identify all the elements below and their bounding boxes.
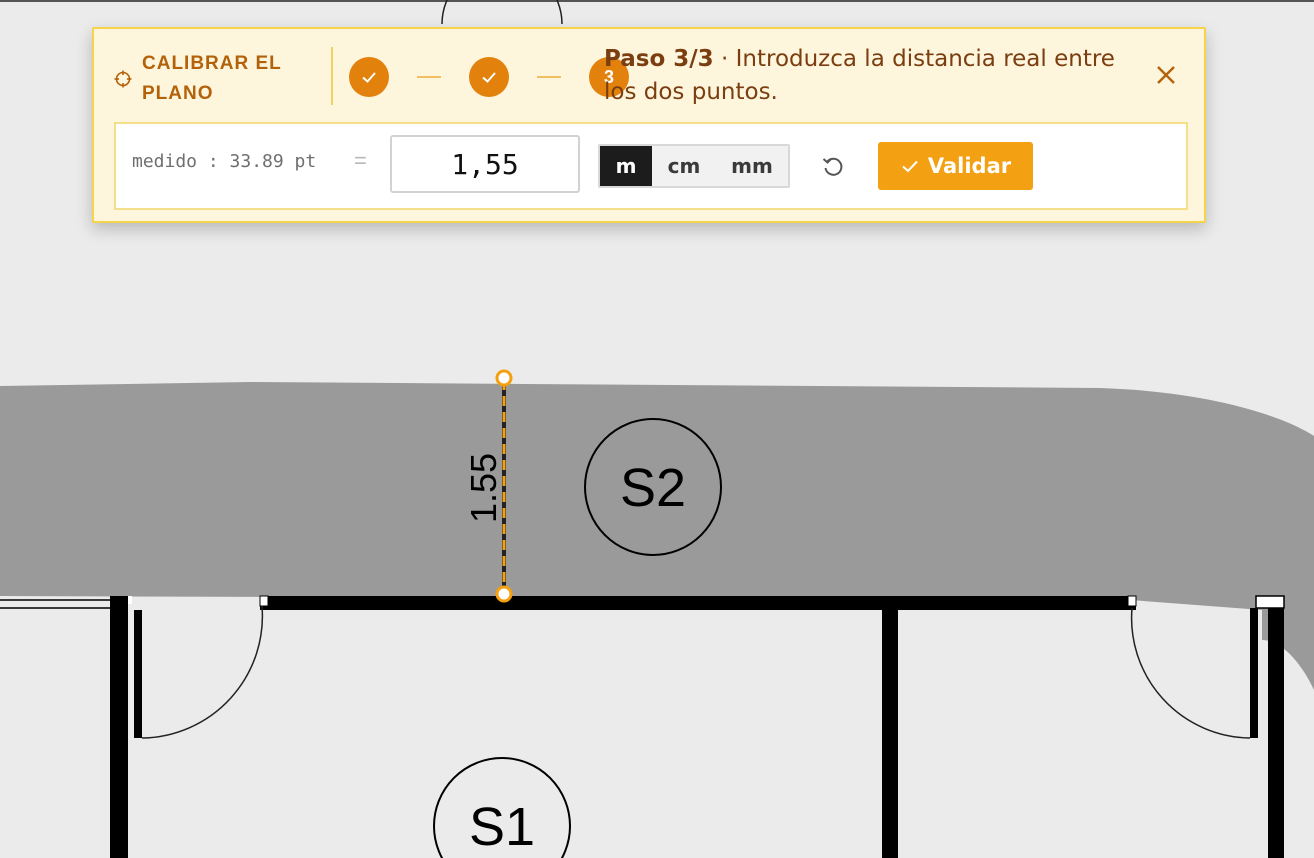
wall-end-left [259, 595, 269, 607]
panel-title: CALIBRAR EL PLANO [142, 53, 282, 104]
distance-input[interactable] [390, 135, 580, 193]
unit-cm[interactable]: cm [652, 146, 716, 186]
reset-icon [822, 157, 843, 176]
header-divider [331, 47, 333, 105]
instruction-step: Paso 3/3 [604, 46, 714, 72]
wall-main [260, 596, 1136, 610]
check-icon [362, 72, 376, 83]
step-indicator: 3 [349, 57, 629, 97]
equals-sign: = [354, 148, 367, 173]
unit-m[interactable]: m [600, 146, 652, 186]
wall-end-right [1127, 595, 1137, 607]
measure-point-end[interactable] [495, 585, 513, 603]
door-leaf-left [134, 610, 142, 738]
dimension-label: 1.55 [463, 453, 504, 523]
step-2-done [469, 57, 509, 97]
calibration-input-row: medido : 33.89 pt = m cm mm Validar [114, 122, 1188, 210]
wall-vertical-left [110, 596, 128, 858]
reset-button[interactable] [820, 154, 846, 180]
wall-cap-right [1255, 595, 1285, 609]
unit-mm[interactable]: mm [716, 146, 788, 186]
step-connector [417, 76, 441, 78]
target-icon [114, 70, 132, 88]
room-label-s1: S1 [469, 797, 535, 857]
step-instruction: Paso 3/3 · Introduzca la distancia real … [604, 43, 1144, 109]
close-icon [1157, 66, 1175, 84]
wall-vertical-middle [882, 596, 898, 858]
check-icon [482, 72, 496, 83]
unit-selector: m cm mm [598, 144, 790, 188]
calibration-panel: CALIBRAR EL PLANO 3 Paso 3/3 · Introduzc… [92, 27, 1206, 223]
validate-button[interactable]: Validar [878, 142, 1033, 190]
check-icon [902, 160, 918, 173]
step-1-done [349, 57, 389, 97]
instruction-separator: · [713, 46, 736, 72]
step-connector [537, 76, 561, 78]
room-label-s2: S2 [620, 458, 686, 518]
close-button[interactable] [1154, 63, 1178, 87]
measure-point-start[interactable] [495, 369, 513, 387]
measured-distance: medido : 33.89 pt [132, 151, 317, 172]
door-leaf-right [1250, 608, 1258, 738]
validate-label: Validar [927, 154, 1012, 178]
wall-vertical-right [1268, 596, 1284, 858]
panel-header-title: CALIBRAR EL PLANO [114, 49, 312, 109]
